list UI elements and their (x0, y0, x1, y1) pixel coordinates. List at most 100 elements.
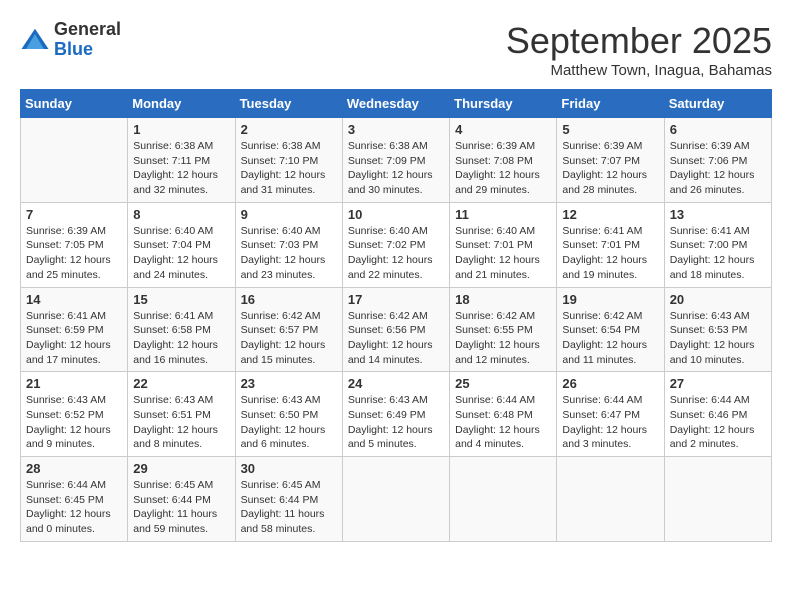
day-info: Sunrise: 6:39 AM Sunset: 7:07 PM Dayligh… (562, 139, 658, 198)
day-info: Sunrise: 6:38 AM Sunset: 7:09 PM Dayligh… (348, 139, 444, 198)
day-header-wednesday: Wednesday (342, 90, 449, 118)
day-info: Sunrise: 6:43 AM Sunset: 6:51 PM Dayligh… (133, 393, 229, 452)
calendar-week-row: 28 Sunrise: 6:44 AM Sunset: 6:45 PM Dayli… (21, 457, 772, 542)
day-number: 20 (670, 292, 766, 307)
day-number: 4 (455, 122, 551, 137)
day-header-sunday: Sunday (21, 90, 128, 118)
logo-general: General (54, 20, 121, 40)
day-number: 18 (455, 292, 551, 307)
calendar-cell: 23 Sunrise: 6:43 AM Sunset: 6:50 PM Dayli… (235, 372, 342, 457)
calendar-week-row: 7 Sunrise: 6:39 AM Sunset: 7:05 PM Daylig… (21, 202, 772, 287)
day-number: 19 (562, 292, 658, 307)
day-number: 22 (133, 376, 229, 391)
day-header-saturday: Saturday (664, 90, 771, 118)
day-number: 25 (455, 376, 551, 391)
calendar-cell (342, 457, 449, 542)
day-info: Sunrise: 6:40 AM Sunset: 7:01 PM Dayligh… (455, 224, 551, 283)
day-number: 11 (455, 207, 551, 222)
calendar-cell: 21 Sunrise: 6:43 AM Sunset: 6:52 PM Dayli… (21, 372, 128, 457)
calendar-cell: 25 Sunrise: 6:44 AM Sunset: 6:48 PM Dayli… (450, 372, 557, 457)
day-info: Sunrise: 6:41 AM Sunset: 6:59 PM Dayligh… (26, 309, 122, 368)
day-number: 16 (241, 292, 337, 307)
calendar-cell: 6Sunrise: 6:39 AM Sunset: 7:06 PM Daylig… (664, 118, 771, 203)
calendar-cell: 14Sunrise: 6:41 AM Sunset: 6:59 PM Dayli… (21, 287, 128, 372)
day-number: 10 (348, 207, 444, 222)
day-info: Sunrise: 6:44 AM Sunset: 6:45 PM Dayligh… (26, 478, 122, 537)
day-number: 26 (562, 376, 658, 391)
day-header-monday: Monday (128, 90, 235, 118)
day-number: 3 (348, 122, 444, 137)
day-info: Sunrise: 6:39 AM Sunset: 7:05 PM Dayligh… (26, 224, 122, 283)
day-info: Sunrise: 6:45 AM Sunset: 6:44 PM Dayligh… (241, 478, 337, 537)
calendar-cell: 3 Sunrise: 6:38 AM Sunset: 7:09 PM Daylig… (342, 118, 449, 203)
day-number: 17 (348, 292, 444, 307)
day-number: 21 (26, 376, 122, 391)
day-info: Sunrise: 6:39 AM Sunset: 7:08 PM Dayligh… (455, 139, 551, 198)
day-info: Sunrise: 6:44 AM Sunset: 6:46 PM Dayligh… (670, 393, 766, 452)
day-info: Sunrise: 6:40 AM Sunset: 7:02 PM Dayligh… (348, 224, 444, 283)
day-number: 5 (562, 122, 658, 137)
day-number: 13 (670, 207, 766, 222)
calendar-cell: 29 Sunrise: 6:45 AM Sunset: 6:44 PM Dayli… (128, 457, 235, 542)
day-number: 28 (26, 461, 122, 476)
day-number: 27 (670, 376, 766, 391)
calendar-cell: 27 Sunrise: 6:44 AM Sunset: 6:46 PM Dayli… (664, 372, 771, 457)
day-number: 30 (241, 461, 337, 476)
day-info: Sunrise: 6:42 AM Sunset: 6:54 PM Dayligh… (562, 309, 658, 368)
calendar-cell: 18 Sunrise: 6:42 AM Sunset: 6:55 PM Dayli… (450, 287, 557, 372)
day-info: Sunrise: 6:45 AM Sunset: 6:44 PM Dayligh… (133, 478, 229, 537)
title-block: September 2025 Matthew Town, Inagua, Bah… (506, 20, 772, 79)
day-number: 6 (670, 122, 766, 137)
location-subtitle: Matthew Town, Inagua, Bahamas (506, 62, 772, 79)
day-info: Sunrise: 6:43 AM Sunset: 6:52 PM Dayligh… (26, 393, 122, 452)
calendar-cell: 12Sunrise: 6:41 AM Sunset: 7:01 PM Dayli… (557, 202, 664, 287)
day-info: Sunrise: 6:43 AM Sunset: 6:53 PM Dayligh… (670, 309, 766, 368)
day-info: Sunrise: 6:40 AM Sunset: 7:04 PM Dayligh… (133, 224, 229, 283)
day-info: Sunrise: 6:44 AM Sunset: 6:48 PM Dayligh… (455, 393, 551, 452)
calendar-cell (450, 457, 557, 542)
calendar-cell: 28 Sunrise: 6:44 AM Sunset: 6:45 PM Dayli… (21, 457, 128, 542)
calendar-cell: 7 Sunrise: 6:39 AM Sunset: 7:05 PM Daylig… (21, 202, 128, 287)
calendar-cell: 2Sunrise: 6:38 AM Sunset: 7:10 PM Daylig… (235, 118, 342, 203)
calendar-cell: 13 Sunrise: 6:41 AM Sunset: 7:00 PM Dayli… (664, 202, 771, 287)
calendar-cell: 15 Sunrise: 6:41 AM Sunset: 6:58 PM Dayli… (128, 287, 235, 372)
day-header-tuesday: Tuesday (235, 90, 342, 118)
calendar-cell: 26Sunrise: 6:44 AM Sunset: 6:47 PM Dayli… (557, 372, 664, 457)
calendar-week-row: 1Sunrise: 6:38 AM Sunset: 7:11 PM Daylig… (21, 118, 772, 203)
day-info: Sunrise: 6:41 AM Sunset: 7:00 PM Dayligh… (670, 224, 766, 283)
day-info: Sunrise: 6:42 AM Sunset: 6:55 PM Dayligh… (455, 309, 551, 368)
day-number: 8 (133, 207, 229, 222)
day-info: Sunrise: 6:41 AM Sunset: 6:58 PM Dayligh… (133, 309, 229, 368)
logo-icon (20, 25, 50, 55)
day-info: Sunrise: 6:43 AM Sunset: 6:50 PM Dayligh… (241, 393, 337, 452)
day-number: 23 (241, 376, 337, 391)
calendar-cell: 17 Sunrise: 6:42 AM Sunset: 6:56 PM Dayli… (342, 287, 449, 372)
day-info: Sunrise: 6:42 AM Sunset: 6:57 PM Dayligh… (241, 309, 337, 368)
day-header-friday: Friday (557, 90, 664, 118)
calendar-cell: 1Sunrise: 6:38 AM Sunset: 7:11 PM Daylig… (128, 118, 235, 203)
calendar-table: SundayMondayTuesdayWednesdayThursdayFrid… (20, 89, 772, 542)
calendar-cell: 9Sunrise: 6:40 AM Sunset: 7:03 PM Daylig… (235, 202, 342, 287)
logo: General Blue (20, 20, 121, 60)
calendar-cell: 22 Sunrise: 6:43 AM Sunset: 6:51 PM Dayli… (128, 372, 235, 457)
calendar-week-row: 21 Sunrise: 6:43 AM Sunset: 6:52 PM Dayli… (21, 372, 772, 457)
day-number: 29 (133, 461, 229, 476)
day-number: 7 (26, 207, 122, 222)
calendar-cell (21, 118, 128, 203)
day-info: Sunrise: 6:43 AM Sunset: 6:49 PM Dayligh… (348, 393, 444, 452)
calendar-week-row: 14Sunrise: 6:41 AM Sunset: 6:59 PM Dayli… (21, 287, 772, 372)
calendar-cell: 19 Sunrise: 6:42 AM Sunset: 6:54 PM Dayli… (557, 287, 664, 372)
logo-blue: Blue (54, 40, 121, 60)
day-info: Sunrise: 6:38 AM Sunset: 7:11 PM Dayligh… (133, 139, 229, 198)
calendar-cell: 8 Sunrise: 6:40 AM Sunset: 7:04 PM Daylig… (128, 202, 235, 287)
page-header: General Blue September 2025 Matthew Town… (20, 20, 772, 79)
calendar-cell: 30 Sunrise: 6:45 AM Sunset: 6:44 PM Dayli… (235, 457, 342, 542)
calendar-cell: 4 Sunrise: 6:39 AM Sunset: 7:08 PM Daylig… (450, 118, 557, 203)
calendar-header-row: SundayMondayTuesdayWednesdayThursdayFrid… (21, 90, 772, 118)
day-number: 15 (133, 292, 229, 307)
logo-text: General Blue (54, 20, 121, 60)
day-info: Sunrise: 6:42 AM Sunset: 6:56 PM Dayligh… (348, 309, 444, 368)
calendar-cell: 5 Sunrise: 6:39 AM Sunset: 7:07 PM Daylig… (557, 118, 664, 203)
calendar-cell: 20 Sunrise: 6:43 AM Sunset: 6:53 PM Dayli… (664, 287, 771, 372)
day-info: Sunrise: 6:40 AM Sunset: 7:03 PM Dayligh… (241, 224, 337, 283)
